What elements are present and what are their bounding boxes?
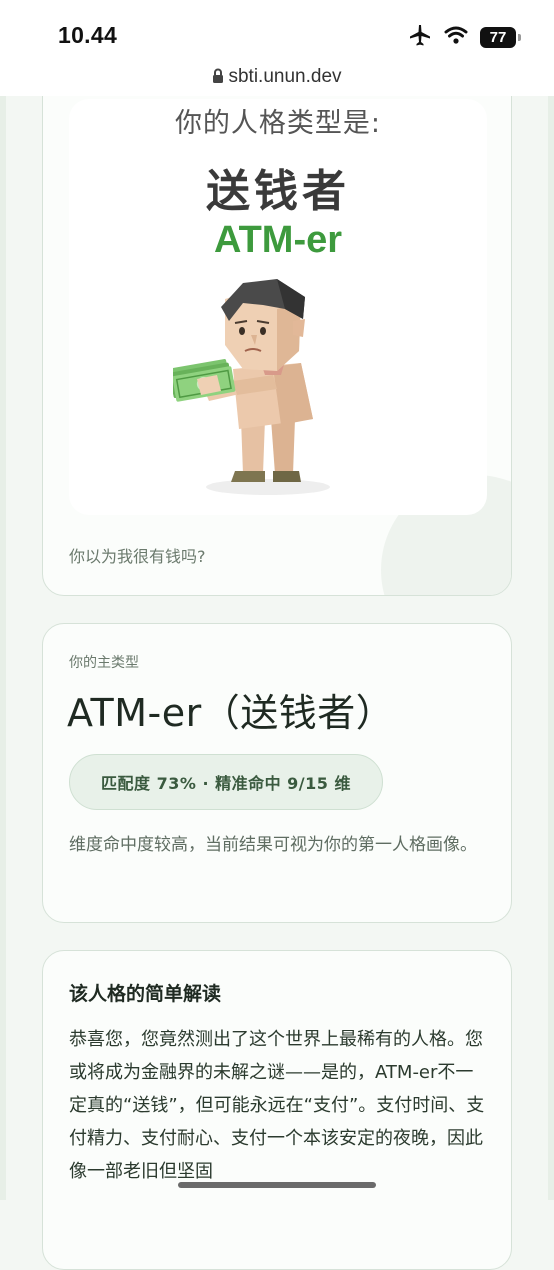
lock-icon — [212, 66, 228, 87]
status-icons: 77 — [408, 24, 521, 50]
match-note: 维度命中度较高，当前结果可视为你的第一人格画像。 — [69, 835, 477, 855]
main-type-title: ATM-er（送钱者） — [67, 691, 395, 735]
wifi-icon — [444, 26, 468, 48]
match-badge: 匹配度 73% · 精准命中 9/15 维 — [69, 754, 383, 810]
poster-type-english: ATM-er — [213, 219, 343, 261]
interpretation-card: 该人格的简单解读 恭喜您，您竟然测出了这个世界上最稀有的人格。您或将成为金融界的… — [42, 950, 512, 1270]
status-and-url-bar: 10.44 77 sbti.unun.dev — [0, 0, 554, 96]
poster-type-chinese: 送钱者 — [206, 166, 350, 217]
main-type-card: 你的主类型 ATM-er（送钱者） 匹配度 73% · 精准命中 9/15 维 … — [42, 623, 512, 923]
result-poster-image: 你的人格类型是: 送钱者 ATM-er — [69, 99, 487, 515]
battery-level: 77 — [489, 28, 507, 46]
airplane-icon — [408, 24, 432, 50]
type-quote: 你以为我很有钱吗? — [69, 547, 206, 566]
atm-er-character-illustration — [173, 279, 330, 495]
interpretation-body: 恭喜您，您竟然测出了这个世界上最稀有的人格。您或将成为金融界的未解之谜——是的，… — [69, 1029, 485, 1182]
url-text: sbti.unun.dev — [228, 66, 342, 87]
side-rail-right — [548, 96, 554, 1200]
address-bar[interactable]: sbti.unun.dev — [0, 66, 554, 88]
home-indicator[interactable] — [178, 1182, 376, 1188]
side-rail-left — [0, 96, 6, 1200]
result-poster-card: 你的人格类型是: 送钱者 ATM-er 你以为我很有钱吗? — [42, 70, 512, 596]
status-time: 10.44 — [58, 22, 118, 48]
main-type-label: 你的主类型 — [69, 655, 139, 671]
battery-icon: 77 — [480, 26, 521, 48]
poster-intro: 你的人格类型是: — [174, 108, 382, 139]
interpretation-title: 该人格的简单解读 — [69, 983, 222, 1005]
